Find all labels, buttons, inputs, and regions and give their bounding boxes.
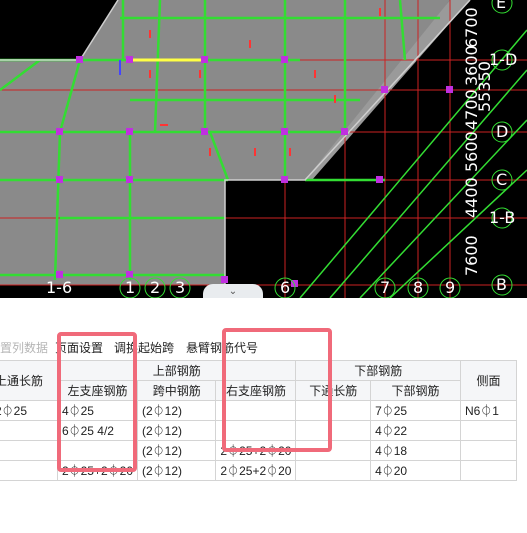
table-cell[interactable] bbox=[459, 460, 518, 481]
table-cell[interactable]: (2⏀12) bbox=[136, 440, 217, 461]
chevron-down-icon: ⌄ bbox=[228, 286, 238, 297]
axis-label-6: 6 bbox=[280, 278, 291, 297]
axis-label-D: D bbox=[496, 122, 509, 141]
table-cell[interactable]: N6⏀1 bbox=[459, 400, 518, 421]
table-cell[interactable]: (2⏀12) bbox=[136, 460, 217, 481]
axis-label-9: 9 bbox=[445, 278, 456, 297]
axis-label-1-6: 1-6 bbox=[46, 278, 73, 297]
cad-drawing bbox=[0, 0, 527, 298]
rebar-table: 上通长筋 上部钢筋 下部钢筋 侧面 左支座钢筋 跨中钢筋 右支座钢筋 下通长筋 … bbox=[0, 328, 527, 481]
table-cell[interactable] bbox=[459, 440, 518, 461]
highlight-box-right-support bbox=[222, 328, 332, 452]
table-cell[interactable] bbox=[459, 420, 518, 441]
header-top-continuous-rebar: 上通长筋 bbox=[0, 360, 58, 401]
table-cell[interactable]: 4⏀22 bbox=[370, 420, 461, 441]
axis-label-3: 3 bbox=[175, 278, 186, 297]
table-cell[interactable]: 4⏀20 bbox=[370, 460, 461, 481]
table-cell[interactable] bbox=[0, 460, 58, 481]
table-cell[interactable]: 2⏀25+2⏀20 bbox=[215, 460, 297, 481]
header-bottom-rebar: 下部钢筋 bbox=[370, 380, 461, 401]
table-cell[interactable] bbox=[295, 460, 372, 481]
table-cell[interactable] bbox=[0, 420, 58, 441]
axis-label-C: C bbox=[496, 170, 508, 189]
axis-label-B: B bbox=[496, 275, 507, 294]
dimension-4700: 4700 bbox=[462, 89, 481, 130]
table-cell[interactable]: 2⏀25 bbox=[0, 400, 58, 421]
highlight-box-left-support bbox=[57, 332, 137, 472]
dimension-7600: 7600 bbox=[462, 235, 481, 276]
header-midspan-rebar: 跨中钢筋 bbox=[136, 380, 217, 401]
table-cell[interactable] bbox=[0, 440, 58, 461]
axis-label-7: 7 bbox=[380, 278, 391, 297]
header-side: 侧面 bbox=[459, 360, 518, 401]
toolbar-place-column-data[interactable]: 布置列数据 bbox=[0, 339, 48, 356]
collapse-panel-tab[interactable]: ⌄ bbox=[203, 284, 263, 298]
axis-label-8: 8 bbox=[413, 278, 424, 297]
axis-label-1: 1 bbox=[125, 278, 136, 297]
dimension-5600: 5600 bbox=[462, 131, 481, 172]
dimension-6700: 6700 bbox=[462, 7, 481, 48]
table-cell[interactable]: (2⏀12) bbox=[136, 420, 217, 441]
table-cell[interactable]: 4⏀18 bbox=[370, 440, 461, 461]
table-cell[interactable]: 7⏀25 bbox=[370, 400, 461, 421]
dimension-4400: 4400 bbox=[462, 177, 481, 218]
panel-spacer bbox=[0, 298, 527, 332]
table-cell[interactable]: (2⏀12) bbox=[136, 400, 217, 421]
axis-label-2: 2 bbox=[150, 278, 161, 297]
axis-label-E: E bbox=[496, 0, 507, 12]
cad-drawing-canvas[interactable]: 1-6 1 2 3 6 7 8 9 E 1-D D C 1-B B 6700 3… bbox=[0, 0, 527, 298]
axis-label-1-B: 1-B bbox=[489, 208, 516, 227]
